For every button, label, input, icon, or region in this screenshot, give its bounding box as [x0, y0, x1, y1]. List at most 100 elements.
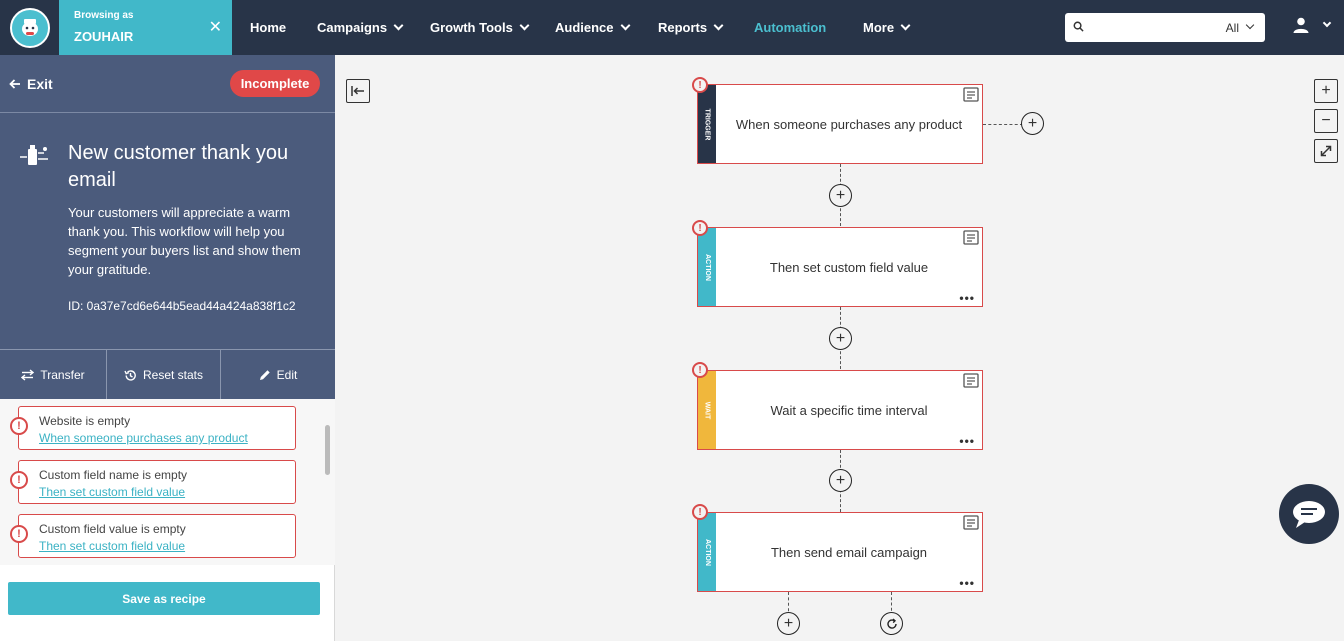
add-step-button[interactable]: +	[829, 184, 852, 207]
error-title: Custom field name is empty	[39, 468, 188, 482]
edit-button[interactable]: Edit	[221, 350, 335, 400]
error-title: Custom field value is empty	[39, 522, 186, 536]
save-as-recipe-button[interactable]: Save as recipe	[8, 582, 320, 615]
fit-screen-button[interactable]	[1314, 139, 1338, 163]
workflow-node-action[interactable]: ACTION Then set custom field value •••	[697, 227, 983, 307]
search-input[interactable]: All	[1065, 13, 1265, 42]
workflow-info-panel: Exit Incomplete New customer thank you e…	[0, 55, 335, 349]
error-link[interactable]: Then set custom field value	[39, 539, 185, 553]
plus-icon: +	[835, 471, 846, 489]
chevron-down-icon	[393, 20, 404, 31]
search-scope-select[interactable]: All	[1226, 21, 1239, 35]
add-step-button[interactable]: +	[829, 469, 852, 492]
warning-icon: !	[692, 220, 708, 236]
workflow-id: ID: 0a37e7cd6e644b5ead44a424a838f1c2	[68, 299, 296, 313]
nav-growth-tools-label: Growth Tools	[430, 20, 513, 35]
user-menu[interactable]	[1292, 16, 1332, 34]
node-type-label: TRIGGER	[703, 108, 711, 140]
more-options-icon[interactable]: •••	[959, 435, 975, 447]
collapse-sidebar-button[interactable]	[346, 79, 370, 103]
workflow-title: New customer thank you email	[68, 142, 289, 191]
close-browsing-icon[interactable]: ✕	[209, 17, 222, 37]
transfer-icon	[21, 369, 35, 381]
plus-icon: +	[1027, 114, 1038, 132]
add-branch-button[interactable]: +	[1021, 112, 1044, 135]
workflow-node-action[interactable]: ACTION Then send email campaign •••	[697, 512, 983, 592]
errors-scrollbar[interactable]	[325, 425, 330, 475]
nav-reports-label: Reports	[658, 20, 708, 35]
plus-icon: +	[1321, 82, 1331, 99]
browsing-as-label: Browsing as	[74, 10, 134, 21]
node-label: Then set custom field value	[769, 259, 929, 275]
node-label: When someone purchases any product	[735, 116, 963, 132]
chevron-down-icon	[620, 20, 630, 31]
error-title: Website is empty	[39, 414, 131, 428]
plus-icon: +	[783, 614, 794, 632]
nav-home[interactable]: Home	[250, 0, 286, 55]
workflow-sidebar: Exit Incomplete New customer thank you e…	[0, 55, 335, 641]
error-item: ! Custom field name is empty Then set cu…	[10, 460, 296, 504]
edit-label: Edit	[276, 368, 298, 382]
refresh-icon	[886, 617, 897, 629]
zoom-out-button[interactable]: −	[1314, 109, 1338, 133]
chevron-down-icon	[1245, 20, 1255, 30]
note-icon[interactable]	[963, 87, 979, 102]
browsing-as-panel: Browsing as ZOUHAIR ✕	[59, 0, 232, 55]
connector-line	[983, 124, 1023, 125]
status-badge: Incomplete	[230, 70, 320, 97]
nav-more-label: More	[863, 20, 895, 35]
nav-reports[interactable]: Reports	[658, 0, 724, 55]
error-link[interactable]: Then set custom field value	[39, 485, 185, 499]
history-icon	[124, 369, 136, 381]
app-logo[interactable]	[0, 0, 59, 55]
exit-button[interactable]: Exit	[9, 76, 53, 92]
node-label: Then send email campaign	[770, 544, 928, 560]
nav-automation-label: Automation	[754, 20, 827, 35]
workflow-node-wait[interactable]: WAIT Wait a specific time interval •••	[697, 370, 983, 450]
more-options-icon[interactable]: •••	[959, 577, 975, 589]
zoom-in-button[interactable]: +	[1314, 79, 1338, 103]
pencil-icon	[259, 370, 270, 380]
workflow-node-trigger[interactable]: TRIGGER When someone purchases any produ…	[697, 84, 983, 164]
node-type-tab: ACTION	[698, 228, 716, 306]
chat-support-button[interactable]	[1279, 484, 1339, 544]
node-type-label: WAIT	[703, 401, 711, 419]
expand-icon	[1320, 145, 1332, 157]
transfer-button[interactable]: Transfer	[0, 350, 107, 400]
minus-icon: −	[1321, 112, 1331, 129]
collapse-left-icon	[351, 86, 364, 96]
note-icon[interactable]	[963, 230, 979, 245]
add-step-button[interactable]: +	[829, 327, 852, 350]
error-item: ! Website is empty When someone purchase…	[10, 406, 296, 450]
reset-stats-button[interactable]: Reset stats	[107, 350, 221, 400]
node-label: Wait a specific time interval	[770, 402, 928, 418]
error-icon: !	[10, 417, 28, 435]
warning-icon: !	[692, 77, 708, 93]
user-icon	[1293, 17, 1309, 33]
reset-stats-label: Reset stats	[142, 368, 204, 382]
note-icon[interactable]	[963, 373, 979, 388]
nav-audience-label: Audience	[555, 20, 614, 35]
transfer-label: Transfer	[40, 368, 85, 382]
workflow-description: Your customers will appreciate a warm th…	[68, 205, 301, 277]
nav-audience[interactable]: Audience	[555, 0, 630, 55]
divider	[0, 112, 335, 113]
loop-step-button[interactable]	[880, 612, 903, 635]
nav-more[interactable]: More	[863, 0, 911, 55]
nav-growth-tools[interactable]: Growth Tools	[430, 0, 530, 55]
plus-icon: +	[835, 186, 846, 204]
note-icon[interactable]	[963, 515, 979, 530]
more-options-icon[interactable]: •••	[959, 292, 975, 304]
nav-home-label: Home	[250, 20, 287, 35]
error-link[interactable]: When someone purchases any product	[39, 431, 248, 445]
nav-campaigns-label: Campaigns	[317, 20, 388, 35]
validation-errors-list: ! Website is empty When someone purchase…	[0, 399, 335, 565]
chevron-down-icon	[1322, 18, 1332, 28]
mascot-logo-icon	[9, 7, 50, 48]
top-navigation-bar: Browsing as ZOUHAIR ✕ Home Campaigns Gro…	[0, 0, 1344, 55]
add-step-button[interactable]: +	[777, 612, 800, 635]
nav-campaigns[interactable]: Campaigns	[317, 0, 404, 55]
search-icon	[1073, 21, 1084, 32]
warning-icon: !	[692, 362, 708, 378]
nav-automation[interactable]: Automation	[754, 0, 826, 55]
